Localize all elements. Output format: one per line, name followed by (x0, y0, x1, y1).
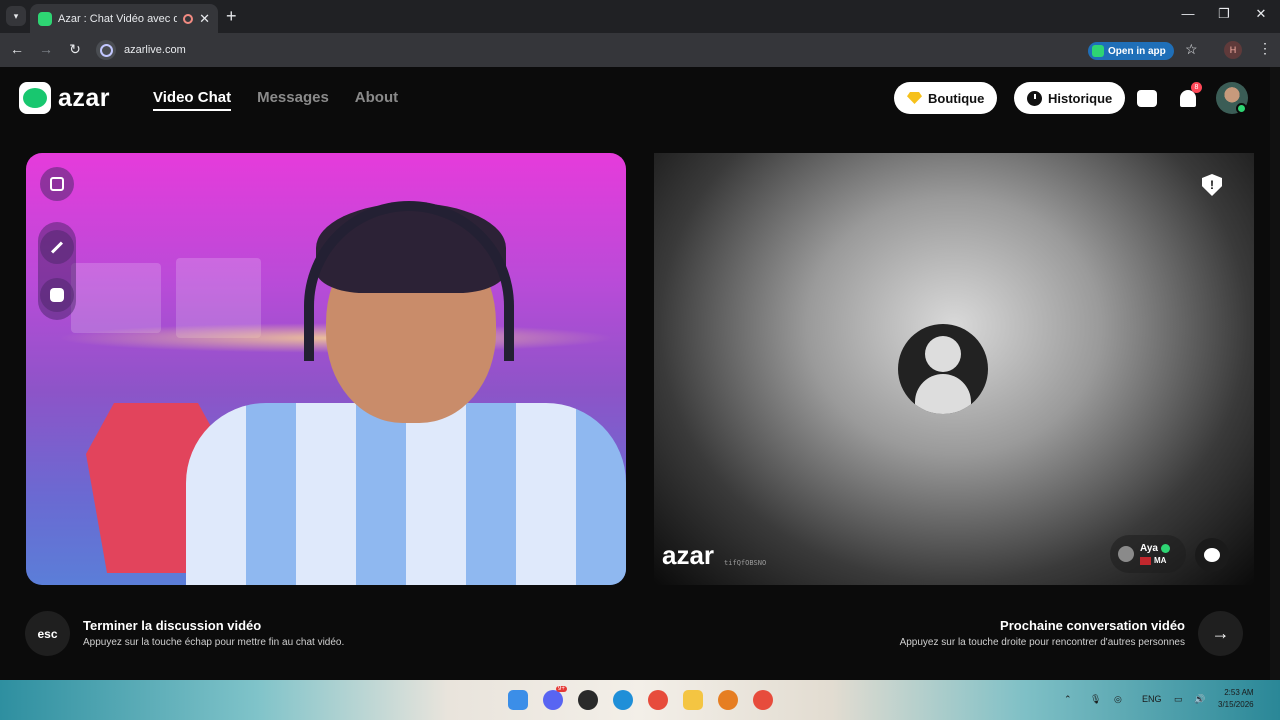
gem-icon (907, 92, 922, 104)
browser-profile-avatar[interactable]: H (1224, 41, 1242, 59)
next-chat-title: Prochaine conversation vidéo (1000, 618, 1185, 633)
smiley-face-icon (50, 288, 64, 302)
watermark-logo: azar (662, 540, 715, 570)
boutique-button[interactable]: Boutique (894, 82, 998, 114)
azar-app-icon (1092, 45, 1104, 57)
minimize-icon (50, 177, 64, 191)
windows-start-icon[interactable] (508, 690, 528, 710)
logo-text: azar (58, 83, 111, 112)
next-chat-hint: Appuyez sur la touche droite pour rencon… (899, 637, 1185, 648)
tab-search-button[interactable]: ▾ (6, 6, 26, 26)
windows-taskbar: 9+ ⌃ 🎙 ◎ ENG ▭ 🔊 2:53 AM 3/15/2026 (0, 680, 1280, 720)
face-filter-button[interactable] (40, 278, 74, 312)
chat-bubble-icon (1204, 548, 1220, 562)
site-info-icon[interactable] (96, 40, 116, 60)
network-icon[interactable]: ▭ (1174, 694, 1183, 705)
next-chat-button[interactable]: → (1198, 611, 1243, 656)
person-jersey (186, 403, 626, 585)
taskbar-clock[interactable]: 2:53 AM 3/15/2026 (1218, 687, 1254, 711)
close-window-button[interactable]: ✕ (1251, 6, 1271, 22)
open-in-app-label: Open in app (1108, 45, 1166, 57)
report-shield-icon[interactable]: ! (1202, 174, 1222, 196)
nav-about[interactable]: About (355, 89, 398, 111)
globe-icon[interactable]: ◎ (1114, 694, 1122, 705)
effects-button[interactable] (40, 230, 74, 264)
maximize-window-button[interactable]: ❐ (1214, 6, 1234, 22)
person-silhouette-icon (925, 336, 961, 372)
close-tab-icon[interactable]: ✕ (199, 11, 210, 27)
online-status-dot (1236, 103, 1247, 114)
main-nav: Video Chat Messages About (153, 89, 398, 111)
file-explorer-icon[interactable] (683, 690, 703, 710)
new-tab-button[interactable]: + (226, 7, 237, 25)
browser-tabstrip: ▾ Azar : Chat Vidéo avec de n ✕ + — ❐ ✕ (0, 0, 1280, 33)
minimize-window-button[interactable]: — (1178, 6, 1198, 21)
chevron-down-icon: ▾ (13, 10, 19, 21)
azar-favicon-icon (38, 11, 52, 26)
chrome-canary-icon[interactable] (718, 690, 738, 710)
arrow-right-icon: → (1211, 623, 1230, 643)
discord-badge: 9+ (556, 686, 567, 692)
archive-box-icon (1137, 89, 1157, 107)
inbox-button[interactable] (1136, 88, 1158, 108)
taskbar-date: 3/15/2026 (1218, 700, 1254, 709)
bookmark-star-icon[interactable]: ☆ (1185, 41, 1198, 58)
verified-badge-icon (1160, 544, 1170, 553)
azar-logo-badge-icon (19, 82, 51, 114)
video-tools (38, 222, 76, 320)
discord-icon[interactable] (543, 690, 563, 710)
browser-tab-active[interactable]: Azar : Chat Vidéo avec de n ✕ (30, 4, 218, 33)
chrome-icon[interactable] (648, 690, 668, 710)
boutique-label: Boutique (928, 90, 985, 106)
remote-user-country: MA (1154, 556, 1167, 565)
tray-chevron-icon[interactable]: ⌃ (1064, 694, 1072, 705)
edge-icon[interactable] (613, 690, 633, 710)
minimize-video-button[interactable] (40, 167, 74, 201)
tab-title: Azar : Chat Vidéo avec de n (58, 12, 178, 25)
remote-user-avatar-icon (1118, 546, 1134, 562)
morocco-flag-icon (1140, 556, 1151, 565)
chrome-profile-icon[interactable] (753, 690, 773, 710)
magic-wand-icon (50, 240, 64, 254)
chat-button[interactable] (1195, 538, 1229, 572)
nav-messages[interactable]: Messages (257, 89, 329, 111)
microphone-icon[interactable]: 🎙 (1090, 694, 1101, 705)
historique-label: Historique (1048, 90, 1113, 106)
remote-user-chip[interactable]: Aya MA (1110, 535, 1186, 573)
language-indicator[interactable]: ENG (1142, 694, 1162, 704)
forward-button[interactable]: → (37, 41, 55, 57)
recording-indicator-icon (183, 13, 194, 24)
media-app-icon[interactable] (578, 690, 598, 710)
taskbar-time: 2:53 AM (1224, 688, 1254, 697)
azar-logo[interactable]: azar (19, 82, 110, 114)
volume-icon[interactable]: 🔊 (1194, 694, 1205, 705)
local-video-panel (26, 153, 626, 585)
page-scrollbar[interactable] (1270, 67, 1280, 680)
remote-video-panel: ! azar tifQfOBSNO Aya MA (654, 153, 1254, 585)
nav-video-chat[interactable]: Video Chat (153, 89, 232, 111)
person-silhouette-body (915, 374, 971, 414)
historique-button[interactable]: Historique (1014, 82, 1126, 114)
azar-watermark: azar tifQfOBSNO (662, 540, 766, 571)
clock-icon (1027, 90, 1042, 106)
remote-user-name: Aya (1140, 543, 1158, 554)
session-id: tifQfOBSNO (724, 559, 767, 567)
back-button[interactable]: ← (8, 41, 26, 57)
address-bar[interactable]: azarlive.com (96, 37, 1214, 63)
end-chat-button[interactable]: esc (25, 611, 70, 656)
open-in-app-button[interactable]: Open in app (1088, 42, 1174, 60)
end-chat-title: Terminer la discussion vidéo (83, 618, 262, 633)
end-chat-hint: Appuyez sur la touche échap pour mettre … (83, 637, 345, 648)
url-text: azarlive.com (124, 44, 186, 56)
browser-menu-icon[interactable]: ⋮ (1258, 40, 1272, 57)
azar-app: azar Video Chat Messages About Boutique … (0, 67, 1280, 680)
reload-button[interactable]: ↻ (66, 41, 84, 58)
notification-badge: 8 (1191, 82, 1202, 93)
remote-placeholder-avatar (898, 324, 988, 414)
